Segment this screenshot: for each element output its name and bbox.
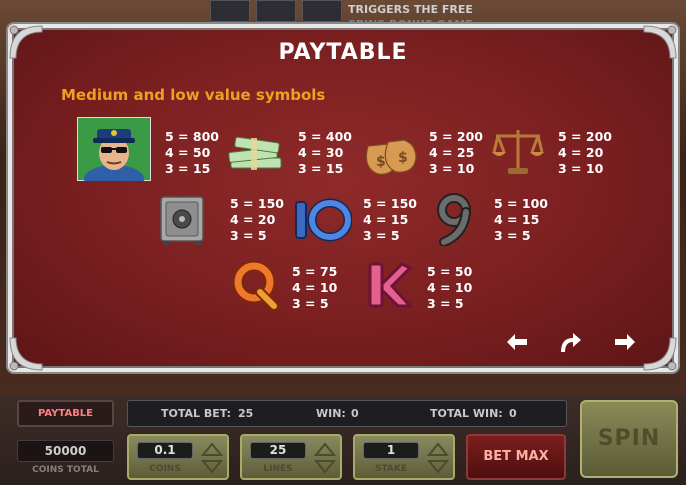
scales-of-justice-symbol-icon <box>490 124 546 178</box>
lines-label: LINES <box>263 464 293 474</box>
total-bet-value: 25 <box>238 407 254 420</box>
lines-value: 25 <box>250 442 306 459</box>
coins-stepper[interactable]: 0.1 COINS <box>127 434 229 480</box>
pay-line: 4 = 25 <box>429 145 475 160</box>
pay-line: 4 = 20 <box>558 145 604 160</box>
pay-line: 4 = 15 <box>494 212 540 227</box>
paytable-values: 5 = 200 4 = 25 3 = 10 <box>429 129 483 177</box>
pay-line: 5 = 400 <box>298 129 352 144</box>
ornament-corner-icon <box>9 337 43 371</box>
previous-page-arrow-icon[interactable] <box>505 330 533 354</box>
paytable-values: 5 = 75 4 = 10 3 = 5 <box>292 264 337 312</box>
pay-line: 5 = 100 <box>494 196 548 211</box>
paytable-subtitle: Medium and low value symbols <box>61 86 326 104</box>
police-officer-symbol-icon <box>76 116 152 193</box>
svg-text:$: $ <box>398 150 408 166</box>
bonus-teaser: TRIGGERS THE FREE SPINS BONUS GAME <box>210 0 473 30</box>
coins-label: COINS <box>149 464 181 474</box>
pay-line: 5 = 150 <box>230 196 284 211</box>
paytable-values: 5 = 200 4 = 20 3 = 10 <box>558 129 612 177</box>
pay-line: 4 = 10 <box>427 280 473 295</box>
money-bags-symbol-icon: $ $ <box>358 124 420 178</box>
totals-display: TOTAL BET: 25 WIN: 0 TOTAL WIN: 0 <box>127 400 567 427</box>
ornament-corner-icon <box>643 337 677 371</box>
pay-line: 3 = 5 <box>363 228 400 243</box>
pay-line: 4 = 10 <box>292 280 338 295</box>
teaser-symbol-3 <box>302 0 342 22</box>
pay-line: 4 = 20 <box>230 212 276 227</box>
bet-max-button[interactable]: BET MAX <box>466 434 566 480</box>
pay-line: 3 = 10 <box>558 161 604 176</box>
paytable-values: 5 = 150 4 = 15 3 = 5 <box>363 196 417 244</box>
teaser-symbol-2 <box>256 0 296 22</box>
stake-label: STAKE <box>374 464 407 474</box>
up-down-arrows-icon[interactable] <box>427 441 449 475</box>
up-down-arrows-icon[interactable] <box>201 441 223 475</box>
paytable-button[interactable]: PAYTABLE <box>17 400 114 427</box>
pay-line: 5 = 200 <box>558 129 612 144</box>
pay-line: 5 = 800 <box>165 129 219 144</box>
win-value: 0 <box>351 407 359 420</box>
nine-symbol-icon <box>432 192 478 247</box>
spin-button[interactable]: SPIN <box>580 400 678 478</box>
teaser-symbol-1 <box>210 0 250 22</box>
total-win-value: 0 <box>509 407 517 420</box>
paytable-values: 5 = 50 4 = 10 3 = 5 <box>427 264 472 312</box>
pay-line: 5 = 50 <box>427 264 473 279</box>
paytable-values: 5 = 800 4 = 50 3 = 15 <box>165 129 219 177</box>
back-to-game-arrow-icon[interactable] <box>555 330 583 354</box>
coins-total-value: 50000 <box>17 440 114 462</box>
pay-line: 3 = 10 <box>429 161 475 176</box>
lines-stepper[interactable]: 25 LINES <box>240 434 342 480</box>
pay-line: 4 = 30 <box>298 145 344 160</box>
safe-symbol-icon <box>157 193 207 247</box>
pay-line: 3 = 5 <box>292 296 329 311</box>
paytable-panel: PAYTABLE Medium and low value symbols 5 … <box>8 24 678 372</box>
paytable-values: 5 = 100 4 = 15 3 = 5 <box>494 196 548 244</box>
paytable-title: PAYTABLE <box>278 40 408 65</box>
ten-symbol-icon <box>292 198 353 242</box>
total-bet-label: TOTAL BET: <box>161 407 232 420</box>
cash-stacks-symbol-icon <box>227 130 285 174</box>
win-label: WIN: <box>316 407 346 420</box>
pay-line: 4 = 50 <box>165 145 211 160</box>
pay-line: 3 = 5 <box>427 296 464 311</box>
teaser-text-line1: TRIGGERS THE FREE <box>348 3 473 16</box>
pay-line: 5 = 75 <box>292 264 338 279</box>
paytable-values: 5 = 400 4 = 30 3 = 15 <box>298 129 352 177</box>
pay-line: 5 = 150 <box>363 196 417 211</box>
queen-symbol-icon <box>230 260 280 311</box>
stake-value: 1 <box>363 442 419 459</box>
up-down-arrows-icon[interactable] <box>314 441 336 475</box>
pay-line: 3 = 15 <box>298 161 344 176</box>
pay-line: 3 = 5 <box>230 228 267 243</box>
king-symbol-icon <box>364 260 414 310</box>
stake-stepper[interactable]: 1 STAKE <box>353 434 455 480</box>
pay-line: 3 = 5 <box>494 228 531 243</box>
coins-total-label: COINS TOTAL <box>32 465 99 475</box>
pay-line: 3 = 15 <box>165 161 211 176</box>
paytable-values: 5 = 150 4 = 20 3 = 5 <box>230 196 284 244</box>
svg-text:$: $ <box>376 154 386 170</box>
pay-line: 4 = 15 <box>363 212 409 227</box>
total-win-label: TOTAL WIN: <box>430 407 503 420</box>
pay-line: 5 = 200 <box>429 129 483 144</box>
next-page-arrow-icon[interactable] <box>609 330 637 354</box>
coins-value: 0.1 <box>137 442 193 459</box>
